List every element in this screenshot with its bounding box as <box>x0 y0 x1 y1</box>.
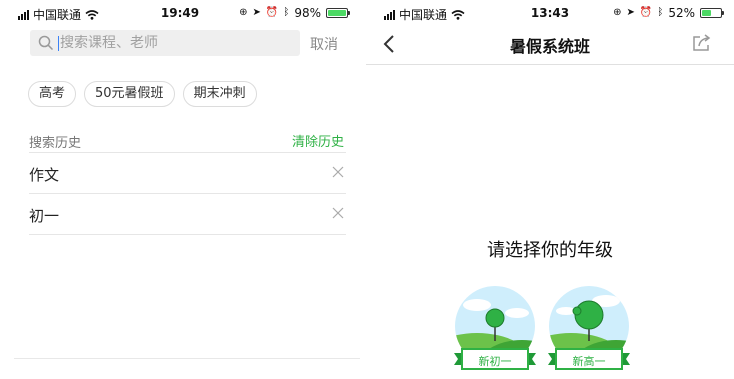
history-item-text: 初一 <box>29 207 60 225</box>
bluetooth-icon: ᛒ <box>657 7 664 18</box>
search-bar[interactable] <box>30 30 300 56</box>
status-right: ⊕ ➤ ⏰ ᛒ 98% <box>239 6 350 20</box>
alarm-icon: ⏰ <box>639 7 653 18</box>
hot-tags: 高考 50元暑假班 期末冲刺 <box>28 81 257 107</box>
search-screen: 中国联通 19:49 ⊕ ➤ ⏰ ᛒ 98% 取消 高考 50元暑假班 期末冲刺… <box>0 0 360 379</box>
grade-option-junior-1[interactable]: 新初一 <box>452 283 538 379</box>
search-icon <box>38 35 54 51</box>
share-icon[interactable] <box>692 34 712 52</box>
alarm-icon: ⏰ <box>265 7 279 18</box>
status-bar: 中国联通 13:43 ⊕ ➤ ⏰ ᛒ 52% <box>366 0 734 26</box>
orientation-lock-icon: ⊕ <box>239 7 248 18</box>
page-title: 暑假系统班 <box>509 37 590 56</box>
summer-class-screen: 中国联通 13:43 ⊕ ➤ ⏰ ᛒ 52% 暑假系统班 请选择你的年级 新初一… <box>366 0 734 379</box>
status-bar: 中国联通 19:49 ⊕ ➤ ⏰ ᛒ 98% <box>0 0 360 26</box>
cancel-button[interactable]: 取消 <box>310 34 338 54</box>
bluetooth-icon: ᛒ <box>283 7 290 18</box>
hot-tag[interactable]: 50元暑假班 <box>84 81 175 107</box>
grade-option-senior-1[interactable]: 新高一 <box>546 283 632 379</box>
history-list: 作文 初一 <box>29 152 346 235</box>
grade-prompt: 请选择你的年级 <box>487 240 613 261</box>
hot-tag[interactable]: 期末冲刺 <box>182 81 257 107</box>
location-icon: ➤ <box>626 7 635 18</box>
location-icon: ➤ <box>252 7 261 18</box>
history-title: 搜索历史 <box>29 136 82 151</box>
battery-percent: 98% <box>294 6 321 20</box>
search-input[interactable] <box>60 30 290 56</box>
status-right: ⊕ ➤ ⏰ ᛒ 52% <box>613 6 724 20</box>
grade-label: 新初一 <box>478 355 512 368</box>
hot-tag[interactable]: 高考 <box>28 81 77 107</box>
clear-history-button[interactable]: 清除历史 <box>292 131 344 150</box>
divider <box>14 358 360 359</box>
history-item[interactable]: 初一 <box>29 193 346 235</box>
nav-bar: 暑假系统班 <box>366 26 734 65</box>
battery-percent: 52% <box>668 6 695 20</box>
text-cursor <box>58 36 59 51</box>
grade-label: 新高一 <box>572 355 606 368</box>
close-icon[interactable] <box>332 166 344 178</box>
battery-icon <box>326 8 350 18</box>
battery-icon <box>700 8 724 18</box>
history-item-text: 作文 <box>29 166 60 184</box>
history-item[interactable]: 作文 <box>29 152 346 193</box>
close-icon[interactable] <box>332 207 344 219</box>
orientation-lock-icon: ⊕ <box>613 7 622 18</box>
